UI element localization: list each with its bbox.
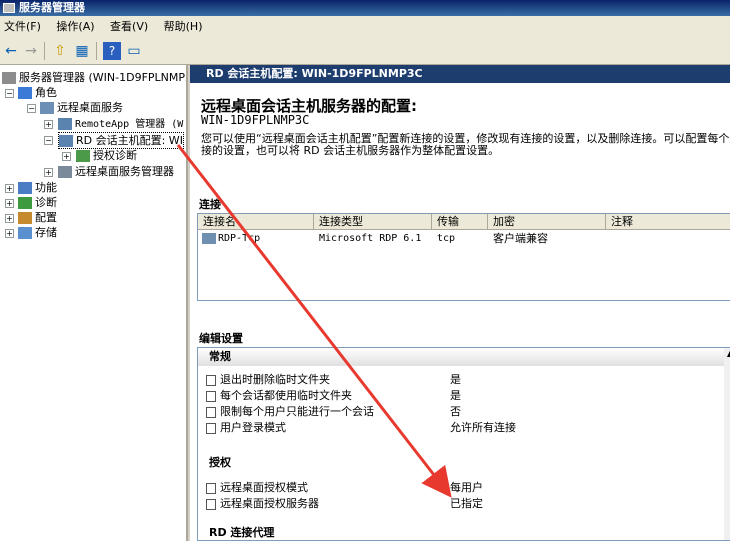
column-header-encryption[interactable]: 加密: [488, 214, 606, 229]
cell-encryption: 客户端兼容: [493, 232, 548, 245]
title-bar: 服务器管理器: [0, 0, 730, 16]
window-title: 服务器管理器: [19, 1, 85, 14]
property-row[interactable]: 限制每个用户只能进行一个会话 否: [206, 404, 726, 420]
tree-item-storage[interactable]: 存储: [18, 225, 57, 240]
server-icon: [2, 72, 16, 84]
help-icon[interactable]: ?: [103, 42, 121, 60]
expand-storage-toggle[interactable]: +: [5, 229, 14, 238]
toolbar-separator: [44, 42, 45, 60]
rds-icon: [40, 102, 54, 114]
configuration-icon: [18, 212, 32, 224]
property-row[interactable]: 远程桌面授权模式 每用户: [206, 480, 726, 496]
property-icon: [206, 390, 216, 402]
expand-remoteapp-toggle[interactable]: +: [44, 120, 53, 129]
collapse-rds-toggle[interactable]: −: [27, 104, 36, 113]
forward-arrow-icon[interactable]: →: [22, 42, 40, 60]
menu-view[interactable]: 查看(V): [106, 20, 152, 33]
toolbar-separator: [96, 42, 97, 60]
expand-licensing-diag-toggle[interactable]: +: [62, 152, 71, 161]
edit-settings-panel: 常规 退出时删除临时文件夹 是 每个会话都使用临时文件夹 是 限制每个用户只能进…: [197, 347, 730, 541]
property-row[interactable]: 每个会话都使用临时文件夹 是: [206, 388, 726, 404]
details-header: RD 会话主机配置: WIN-1D9FPLNMP3C: [190, 65, 730, 83]
property-icon: [206, 406, 216, 418]
group-connection-broker: RD 连接代理: [209, 526, 275, 539]
property-row[interactable]: 远程桌面授权服务器 已指定: [206, 496, 726, 512]
up-folder-icon[interactable]: ⇧: [51, 42, 69, 60]
tree-item-licensing-diag[interactable]: 授权诊断: [76, 148, 137, 163]
connection-icon: [202, 233, 216, 244]
show-hide-tree-icon[interactable]: ▦: [73, 42, 91, 60]
property-icon: [206, 422, 216, 434]
navigation-tree: 服务器管理器 (WIN-1D9FPLNMP3 − 角色 − 远程桌面服务 + R…: [0, 65, 188, 541]
expand-features-toggle[interactable]: +: [5, 184, 14, 193]
tree-item-remoteapp[interactable]: RemoteApp 管理器 (W: [58, 116, 183, 131]
column-header-transport[interactable]: 传输: [432, 214, 488, 229]
menu-action[interactable]: 操作(A): [52, 20, 98, 33]
rds-manager-icon: [58, 166, 72, 178]
connections-grid: 连接名 连接类型 传输 加密 注释 RDP-Tcp Microsoft RDP …: [197, 213, 730, 301]
remoteapp-icon: [58, 118, 72, 130]
menu-file[interactable]: 文件(F): [0, 20, 45, 33]
connections-section-label: 连接: [199, 198, 221, 211]
expand-rds-manager-toggle[interactable]: +: [44, 168, 53, 177]
tree-item-rdsh-config[interactable]: RD 会话主机配置: WI: [58, 132, 184, 149]
page-description: 您可以使用“远程桌面会话主机配置”配置新连接的设置，修改现有连接的设置，以及删除…: [201, 133, 730, 157]
tree-item-roles[interactable]: 角色: [18, 85, 57, 100]
features-icon: [18, 182, 32, 194]
tree-item-configuration[interactable]: 配置: [18, 210, 57, 225]
server-manager-icon: [3, 3, 15, 13]
property-icon: [206, 374, 216, 386]
column-header-type[interactable]: 连接类型: [314, 214, 432, 229]
collapse-rdsh-config-toggle[interactable]: −: [44, 136, 53, 145]
grid-header: 连接名 连接类型 传输 加密 注释: [198, 214, 730, 230]
details-pane: RD 会话主机配置: WIN-1D9FPLNMP3C 远程桌面会话主机服务器的配…: [190, 65, 730, 541]
menu-bar: 文件(F) 操作(A) 查看(V) 帮助(H): [0, 16, 730, 38]
tree-item-server-manager[interactable]: 服务器管理器 (WIN-1D9FPLNMP3: [2, 70, 186, 85]
expand-configuration-toggle[interactable]: +: [5, 214, 14, 223]
scroll-up-arrow-icon[interactable]: ▲: [724, 348, 730, 360]
group-licensing: 授权: [209, 456, 231, 469]
licensing-diag-icon: [76, 150, 90, 162]
expand-diagnostics-toggle[interactable]: +: [5, 199, 14, 208]
property-row[interactable]: 用户登录模式 允许所有连接: [206, 420, 726, 436]
action-pane-icon[interactable]: ▭: [125, 42, 143, 60]
tree-item-rds-manager[interactable]: 远程桌面服务管理器: [58, 164, 174, 179]
tree-item-rds[interactable]: 远程桌面服务: [40, 100, 123, 115]
edit-settings-label: 编辑设置: [199, 332, 243, 345]
rdsh-config-icon: [59, 135, 73, 147]
collapse-roles-toggle[interactable]: −: [5, 89, 14, 98]
cell-connection-type: Microsoft RDP 6.1: [319, 233, 422, 244]
tree-item-diagnostics[interactable]: 诊断: [18, 195, 57, 210]
column-header-name[interactable]: 连接名: [198, 214, 314, 229]
diagnostics-icon: [18, 197, 32, 209]
server-name: WIN-1D9FPLNMP3C: [201, 113, 310, 127]
group-general: 常规: [198, 348, 730, 366]
properties-scrollbar[interactable]: ▲: [724, 348, 730, 540]
toolbar: ← → ⇧ ▦ ? ▭: [0, 38, 730, 65]
tree-item-features[interactable]: 功能: [18, 180, 57, 195]
cell-connection-name: RDP-Tcp: [218, 233, 261, 244]
storage-icon: [18, 227, 32, 239]
property-icon: [206, 498, 216, 510]
cell-transport: tcp: [437, 233, 456, 244]
column-header-comment[interactable]: 注释: [606, 214, 730, 229]
property-icon: [206, 482, 216, 494]
property-row[interactable]: 退出时删除临时文件夹 是: [206, 372, 726, 388]
description-line-2: 接的设置，也可以将 RD 会话主机服务器作为整体配置设置。: [201, 144, 500, 157]
roles-icon: [18, 87, 32, 99]
menu-help[interactable]: 帮助(H): [160, 20, 207, 33]
back-arrow-icon[interactable]: ←: [2, 42, 20, 60]
